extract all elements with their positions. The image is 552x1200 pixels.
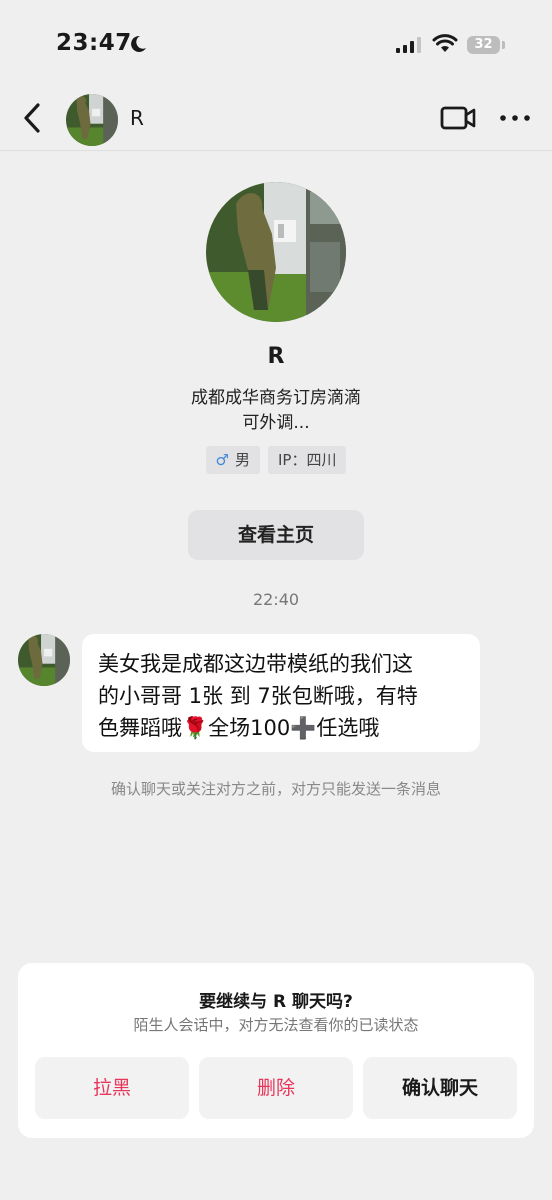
wifi-icon bbox=[432, 34, 458, 52]
nav-avatar[interactable] bbox=[66, 94, 118, 146]
ip-tag: IP：四川 bbox=[267, 446, 347, 474]
signal-icon bbox=[396, 37, 421, 53]
avatar-photo bbox=[206, 182, 346, 322]
battery-level: 32 bbox=[474, 37, 493, 52]
back-arrow-icon[interactable] bbox=[16, 100, 48, 136]
status-time: 23:47 bbox=[56, 30, 132, 56]
profile-tags: ♂ 男 IP：四川 bbox=[0, 446, 552, 474]
bio-line: 成都成华商务订房滴滴 bbox=[191, 388, 361, 408]
message-timestamp: 22:40 bbox=[252, 590, 300, 609]
male-icon: ♂ bbox=[215, 451, 229, 469]
gender-tag: ♂ 男 bbox=[205, 446, 260, 474]
bio-line: 可外调... bbox=[242, 413, 310, 433]
avatar-photo bbox=[66, 94, 118, 146]
continue-chat-card: 要继续与 R 聊天吗? 陌生人会话中，对方无法查看你的已读状态 拉黑 删除 确认… bbox=[18, 963, 534, 1138]
card-title: 要继续与 R 聊天吗? bbox=[199, 992, 353, 1012]
avatar-photo bbox=[18, 634, 70, 686]
more-options-icon[interactable] bbox=[498, 104, 532, 132]
message-line: 的小哥哥 1张 到 7张包断哦，有特 bbox=[98, 684, 418, 708]
stranger-notice: 确认聊天或关注对方之前，对方只能发送一条消息 bbox=[110, 780, 441, 798]
nav-bar: R bbox=[0, 90, 552, 151]
battery-icon: 32 bbox=[467, 36, 500, 54]
gender-label: 男 bbox=[234, 451, 250, 469]
battery-tip bbox=[502, 41, 505, 49]
video-call-icon[interactable] bbox=[440, 104, 476, 132]
profile-avatar[interactable] bbox=[206, 182, 346, 322]
profile-name: R bbox=[267, 344, 285, 369]
profile-bio: 成都成华商务订房滴滴 可外调... bbox=[126, 386, 426, 436]
card-subtitle: 陌生人会话中，对方无法查看你的已读状态 bbox=[133, 1016, 419, 1034]
nav-contact-name: R bbox=[130, 106, 144, 130]
block-button[interactable]: 拉黑 bbox=[35, 1057, 189, 1119]
moon-icon bbox=[131, 35, 146, 52]
message-line: 美女我是成都这边带模纸的我们这 bbox=[98, 652, 413, 676]
confirm-chat-button[interactable]: 确认聊天 bbox=[363, 1057, 517, 1119]
message-sender-avatar[interactable] bbox=[18, 634, 70, 686]
message-line: 色舞蹈哦🌹全场100➕任选哦 bbox=[98, 716, 380, 740]
status-bar: 23:47 32 bbox=[0, 0, 552, 90]
delete-button[interactable]: 删除 bbox=[199, 1057, 353, 1119]
view-homepage-button[interactable]: 查看主页 bbox=[188, 510, 364, 560]
message-bubble[interactable]: 美女我是成都这边带模纸的我们这 的小哥哥 1张 到 7张包断哦，有特 色舞蹈哦🌹… bbox=[82, 634, 480, 752]
